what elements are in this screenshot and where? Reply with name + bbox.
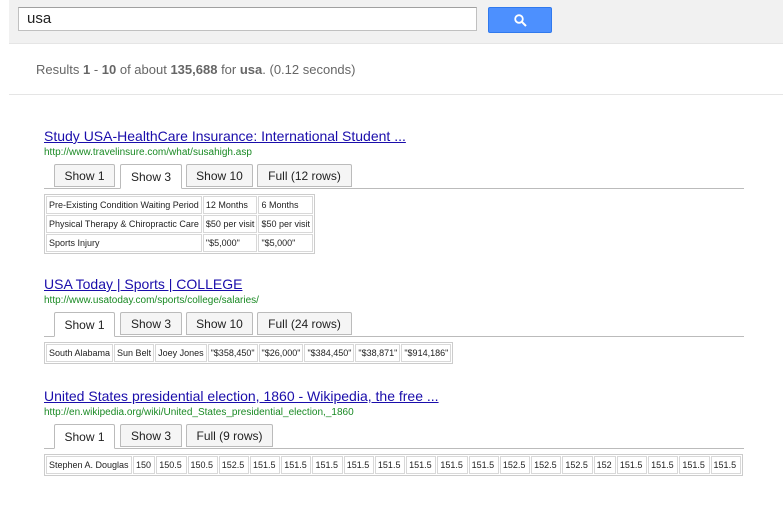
result-data-table: South Alabama Sun Belt Joey Jones "$358,… bbox=[44, 342, 454, 364]
tab-full[interactable]: Full (9 rows) bbox=[186, 424, 273, 447]
table-cell: 150.5 bbox=[156, 456, 187, 474]
table-cell: 152.5 bbox=[499, 456, 531, 474]
table-tabs: Show 1 Show 3 Show 10 Full (24 rows) bbox=[44, 312, 744, 337]
search-result: USA Today | Sports | COLLEGE http://www.… bbox=[44, 276, 744, 364]
search-result: United States presidential election, 186… bbox=[44, 388, 744, 476]
table-cell: "$5,000" bbox=[258, 234, 313, 252]
table-cell: 151.5 bbox=[616, 456, 648, 474]
tab-show-1[interactable]: Show 1 bbox=[54, 424, 115, 449]
table-cell: "$914,186" bbox=[401, 344, 452, 362]
table-cell: "$384,450" bbox=[304, 344, 355, 362]
table-cell: 152.5 bbox=[218, 456, 249, 474]
table-cell: Physical Therapy & Chiropractic Care bbox=[46, 215, 202, 233]
results-stats: Results 1 - 10 of about 135,688 for usa.… bbox=[36, 62, 356, 77]
result-data-table: Pre-Existing Condition Waiting Period 12… bbox=[44, 194, 315, 254]
tab-show-3[interactable]: Show 3 bbox=[120, 164, 182, 189]
table-cell: 151.5 bbox=[648, 456, 679, 474]
result-data-table: Stephen A. Douglas 150 150.5 150.5 152.5… bbox=[44, 454, 743, 476]
table-cell: "$38,871" bbox=[355, 344, 401, 362]
table-cell: 152 bbox=[593, 456, 616, 474]
search-input[interactable]: usa bbox=[18, 7, 477, 31]
table-cell: 151.5 bbox=[374, 456, 406, 474]
search-header: usa bbox=[9, 0, 783, 44]
table-tabs: Show 1 Show 3 Show 10 Full (12 rows) bbox=[44, 164, 744, 189]
table-cell: $50 per visit bbox=[202, 215, 258, 233]
table-row: Stephen A. Douglas 150 150.5 150.5 152.5… bbox=[46, 456, 741, 474]
table-cell: 150.5 bbox=[187, 456, 218, 474]
tab-show-3[interactable]: Show 3 bbox=[120, 312, 182, 335]
tab-show-10[interactable]: Show 10 bbox=[186, 164, 253, 187]
table-cell: $50 per visit bbox=[258, 215, 313, 233]
table-row: Pre-Existing Condition Waiting Period 12… bbox=[46, 196, 313, 214]
table-cell: Pre-Existing Condition Waiting Period bbox=[46, 196, 202, 214]
table-cell: 151.5 bbox=[406, 456, 437, 474]
table-cell: Sun Belt bbox=[114, 344, 155, 362]
table-row: Physical Therapy & Chiropractic Care $50… bbox=[46, 215, 313, 233]
table-cell: 151.5 bbox=[281, 456, 312, 474]
table-cell: 12 Months bbox=[202, 196, 258, 214]
table-cell: 151.5 bbox=[468, 456, 499, 474]
tabs-baseline bbox=[44, 336, 744, 337]
table-cell: 152.5 bbox=[531, 456, 562, 474]
result-title-link[interactable]: Study USA-HealthCare Insurance: Internat… bbox=[44, 128, 744, 144]
result-url: http://www.usatoday.com/sports/college/s… bbox=[44, 295, 259, 306]
search-result: Study USA-HealthCare Insurance: Internat… bbox=[44, 128, 744, 254]
table-cell: 151.5 bbox=[710, 456, 741, 474]
table-cell: "$26,000" bbox=[258, 344, 304, 362]
header-divider bbox=[9, 94, 783, 95]
tab-show-3[interactable]: Show 3 bbox=[120, 424, 182, 447]
result-title-link[interactable]: United States presidential election, 186… bbox=[44, 388, 744, 404]
table-cell: Sports Injury bbox=[46, 234, 202, 252]
table-cell: 151.5 bbox=[679, 456, 710, 474]
search-button[interactable] bbox=[488, 7, 552, 33]
table-cell: 150 bbox=[133, 456, 156, 474]
tab-show-10[interactable]: Show 10 bbox=[186, 312, 253, 335]
tab-full[interactable]: Full (12 rows) bbox=[257, 164, 352, 187]
result-url: http://www.travelinsure.com/what/susahig… bbox=[44, 147, 252, 158]
table-cell: 6 Months bbox=[258, 196, 313, 214]
table-cell: "$5,000" bbox=[202, 234, 258, 252]
table-cell: South Alabama bbox=[46, 344, 114, 362]
table-cell: 151.5 bbox=[437, 456, 468, 474]
table-cell: 151.5 bbox=[312, 456, 343, 474]
table-cell: 152.5 bbox=[562, 456, 593, 474]
result-url: http://en.wikipedia.org/wiki/United_Stat… bbox=[44, 407, 354, 418]
table-cell: 151.5 bbox=[249, 456, 281, 474]
table-row: South Alabama Sun Belt Joey Jones "$358,… bbox=[46, 344, 452, 362]
table-row: Sports Injury "$5,000" "$5,000" bbox=[46, 234, 313, 252]
tabs-baseline bbox=[44, 448, 744, 449]
search-icon bbox=[513, 13, 527, 27]
tab-show-1[interactable]: Show 1 bbox=[54, 312, 115, 337]
tab-show-1[interactable]: Show 1 bbox=[54, 164, 115, 187]
result-title-link[interactable]: USA Today | Sports | COLLEGE bbox=[44, 276, 744, 292]
table-cell: Joey Jones bbox=[155, 344, 207, 362]
tab-full[interactable]: Full (24 rows) bbox=[257, 312, 352, 335]
table-tabs: Show 1 Show 3 Full (9 rows) bbox=[44, 424, 744, 449]
table-cell: 151.5 bbox=[343, 456, 374, 474]
table-cell: "$358,450" bbox=[207, 344, 258, 362]
table-cell: Stephen A. Douglas bbox=[46, 456, 132, 474]
